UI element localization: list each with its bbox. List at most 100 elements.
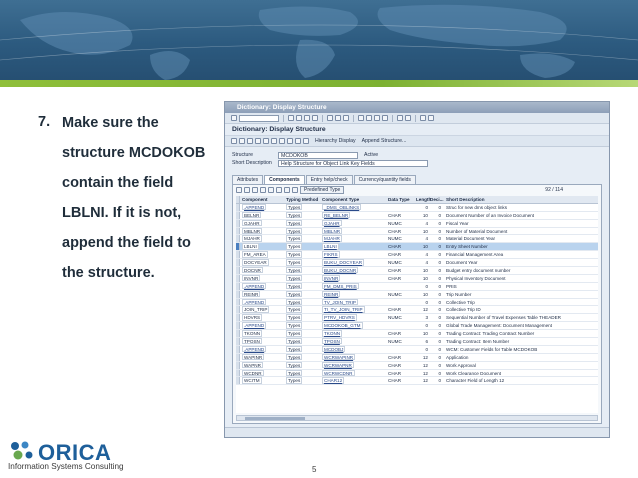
component-cell[interactable]: HDVRS — [240, 314, 286, 321]
table-row[interactable]: TKONN Types TKONN CHAR 10 0 Trading Contract: … — [236, 330, 598, 339]
exit-icon[interactable] — [304, 115, 310, 121]
forward-arrow-icon[interactable] — [239, 138, 245, 144]
column-header[interactable]: Deci... — [430, 196, 444, 203]
decimals-cell[interactable]: 0 — [430, 362, 444, 369]
typing-method-cell[interactable]: Types — [286, 211, 322, 219]
length-cell[interactable]: 10 — [416, 212, 430, 219]
typing-method-cell[interactable]: Types — [286, 290, 322, 298]
length-cell[interactable]: 0 — [416, 346, 430, 353]
component-cell[interactable]: LBLNI — [240, 243, 286, 250]
built-in-type-icon[interactable] — [284, 187, 290, 193]
predefined-type-button[interactable]: Predefined Type — [300, 186, 345, 194]
decimals-cell[interactable]: 0 — [430, 338, 444, 345]
length-cell[interactable]: 12 — [416, 354, 430, 361]
table-row[interactable]: DOCNR Types BUKU_DOCNR CHAR 10 0 Budget entry … — [236, 267, 598, 275]
decimals-cell[interactable]: 0 — [430, 299, 444, 306]
length-cell[interactable]: 12 — [416, 362, 430, 369]
delete-row-icon[interactable] — [268, 187, 274, 193]
component-type-cell[interactable]: TI_TV_JOIN_TRIP — [322, 306, 388, 313]
previous-page-icon[interactable] — [366, 115, 372, 121]
data-type-cell[interactable]: CHAR — [388, 251, 416, 258]
typing-method-cell[interactable]: Types — [286, 353, 322, 361]
component-cell[interactable]: BELNR — [240, 211, 286, 219]
typing-method-cell[interactable]: Types — [286, 338, 322, 345]
component-type-cell[interactable]: TPOSN — [322, 338, 388, 345]
typing-method-cell[interactable]: Types — [286, 361, 322, 369]
table-row[interactable]: .APPEND Types MCDOKOB_GTM 0 0 Global Trade Ma… — [236, 322, 598, 331]
component-cell[interactable]: .APPEND — [240, 298, 286, 306]
data-type-cell[interactable]: CHAR — [388, 212, 416, 219]
last-page-icon[interactable] — [382, 115, 388, 121]
data-type-cell[interactable]: CHAR — [388, 362, 416, 369]
decimals-cell[interactable]: 0 — [430, 212, 444, 219]
component-cell[interactable]: .APPEND — [240, 282, 286, 290]
component-cell[interactable]: WAPNR — [240, 361, 286, 369]
component-cell[interactable]: DOCNR — [240, 267, 286, 274]
table-row[interactable]: LBLNI Types LBLNI CHAR 10 0 Entry Sheet Number — [236, 243, 598, 252]
length-cell[interactable]: 4 — [416, 235, 430, 242]
enter-icon[interactable] — [231, 115, 237, 121]
typing-method-cell[interactable]: Types — [286, 219, 322, 227]
table-row[interactable]: HDVRS Types PTRV_HDVRS NUMC 3 0 Sequential Num… — [236, 314, 598, 323]
table-row[interactable]: WAPINR Types WCRWAPINR CHAR 12 0 Application — [236, 353, 598, 362]
table-row[interactable]: BELNR Types RE_BELNR CHAR 10 0 Document Number… — [236, 211, 598, 220]
length-cell[interactable]: 4 — [416, 251, 430, 258]
cut-icon[interactable] — [236, 187, 242, 193]
typing-method-cell[interactable]: Types — [286, 267, 322, 274]
component-cell[interactable]: MBLNR — [240, 227, 286, 235]
column-header[interactable]: Typing Method — [286, 196, 322, 203]
tab-components[interactable]: Components — [264, 175, 305, 184]
decimals-cell[interactable]: 0 — [430, 228, 444, 235]
length-cell[interactable]: 0 — [416, 322, 430, 329]
data-type-cell[interactable]: NUMC — [388, 338, 416, 345]
table-row[interactable]: MBLNR Types MBLNR CHAR 10 0 Number of Material… — [236, 227, 598, 236]
table-row[interactable]: WCDNR Types WCRWCDNR CHAR 12 0 Work Clearance … — [236, 369, 598, 378]
other-object-icon[interactable] — [247, 138, 253, 144]
typing-method-cell[interactable]: Types — [286, 259, 322, 266]
activate-icon[interactable] — [271, 138, 277, 144]
typing-method-cell[interactable]: Types — [286, 243, 322, 250]
data-type-cell[interactable]: CHAR — [388, 330, 416, 337]
decimals-cell[interactable]: 0 — [430, 283, 444, 290]
table-row[interactable]: WCITM Types CHAR12 CHAR 12 0 Character Field o… — [236, 377, 598, 386]
component-type-cell[interactable]: CHAR12 — [322, 377, 388, 384]
component-type-cell[interactable]: REINR — [322, 290, 388, 298]
component-cell[interactable]: .APPEND — [240, 322, 286, 329]
length-cell[interactable]: 12 — [416, 306, 430, 313]
decimals-cell[interactable]: 0 — [430, 235, 444, 242]
column-header[interactable]: Component — [240, 196, 286, 203]
decimals-cell[interactable]: 0 — [430, 220, 444, 227]
component-type-cell[interactable]: MCDOBJ — [322, 345, 388, 353]
length-cell[interactable]: 0 — [416, 204, 430, 211]
data-type-cell[interactable] — [388, 204, 416, 211]
decimals-cell[interactable]: 0 — [430, 346, 444, 353]
data-type-cell[interactable]: CHAR — [388, 275, 416, 282]
component-cell[interactable]: .APPEND — [240, 203, 286, 211]
display-change-icon[interactable] — [255, 138, 261, 144]
navigation-icon[interactable] — [295, 138, 301, 144]
component-cell[interactable]: INVNR — [240, 274, 286, 282]
structure-field[interactable]: MCDOKOB — [278, 151, 358, 159]
next-page-icon[interactable] — [374, 115, 380, 121]
decimals-cell[interactable]: 0 — [430, 275, 444, 282]
length-cell[interactable]: 0 — [416, 299, 430, 306]
table-row[interactable]: WAPNR Types WCRWAPNR CHAR 12 0 Work Approval — [236, 361, 598, 370]
length-cell[interactable]: 10 — [416, 330, 430, 337]
column-header[interactable]: Component Type — [322, 196, 388, 203]
component-cell[interactable]: WCDNR — [240, 369, 286, 377]
typing-method-cell[interactable]: Types — [286, 369, 322, 377]
new-session-icon[interactable] — [397, 115, 403, 121]
component-type-cell[interactable]: WCRWAPINR — [322, 353, 388, 361]
component-cell[interactable]: REINR — [240, 290, 286, 298]
horizontal-scrollbar[interactable] — [236, 415, 598, 421]
table-row[interactable]: .APPEND Types TV_JOIN_TRIP 0 0 Collective Tri… — [236, 298, 598, 307]
component-cell[interactable]: MJAHR — [240, 235, 286, 242]
length-cell[interactable]: 10 — [416, 228, 430, 235]
length-cell[interactable]: 4 — [416, 259, 430, 266]
column-header[interactable]: Length — [416, 196, 431, 203]
typing-method-cell[interactable]: Types — [286, 298, 322, 306]
data-type-cell[interactable]: CHAR — [388, 354, 416, 361]
typing-method-cell[interactable]: Types — [286, 345, 322, 353]
decimals-cell[interactable]: 0 — [430, 314, 444, 321]
find-next-icon[interactable] — [343, 115, 349, 121]
